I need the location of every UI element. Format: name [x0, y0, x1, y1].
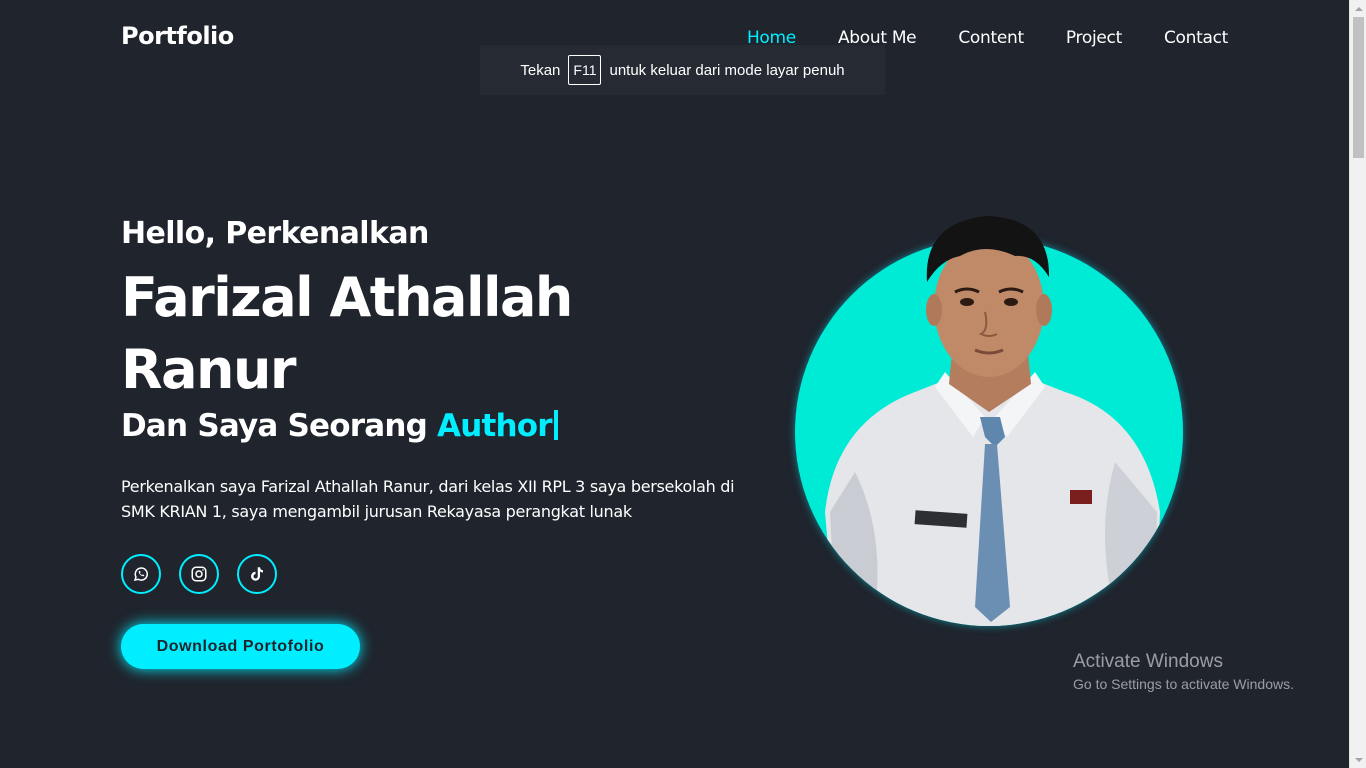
- nav-contact[interactable]: Contact: [1164, 28, 1228, 48]
- nav-content[interactable]: Content: [958, 28, 1024, 48]
- whatsapp-icon: [133, 567, 148, 582]
- windows-activation-watermark: Activate Windows Go to Settings to activ…: [1073, 651, 1294, 692]
- tiktok-icon: [251, 567, 263, 581]
- typing-cursor: [553, 410, 558, 440]
- whatsapp-link[interactable]: [121, 554, 161, 594]
- vertical-scrollbar[interactable]: [1349, 0, 1366, 768]
- tiktok-link[interactable]: [237, 554, 277, 594]
- watermark-title: Activate Windows: [1073, 651, 1223, 672]
- scroll-down-arrow-icon[interactable]: [1350, 751, 1366, 768]
- hero-greeting: Hello, Perkenalkan: [121, 216, 429, 251]
- toast-suffix: untuk keluar dari mode layar penuh: [609, 61, 845, 79]
- logo[interactable]: Portfolio: [121, 22, 234, 50]
- hero-role: Dan Saya Seorang Author: [121, 408, 558, 444]
- role-highlight: Author: [437, 408, 553, 444]
- page: Portfolio Home About Me Content Project …: [0, 0, 1349, 768]
- fullscreen-toast: Tekan F11 untuk keluar dari mode layar p…: [480, 45, 885, 95]
- toast-key: F11: [568, 55, 602, 85]
- hero-name: Farizal Athallah Ranur: [121, 266, 573, 401]
- social-links: [121, 554, 277, 594]
- profile-photo: [795, 212, 1185, 627]
- scroll-thumb[interactable]: [1353, 17, 1364, 158]
- hero-description: Perkenalkan saya Farizal Athallah Ranur,…: [121, 477, 735, 521]
- instagram-link[interactable]: [179, 554, 219, 594]
- instagram-icon: [191, 566, 207, 582]
- person-illustration: [825, 216, 1160, 626]
- watermark-subtitle: Go to Settings to activate Windows.: [1073, 676, 1294, 692]
- role-prefix: Dan Saya Seorang: [121, 408, 428, 444]
- download-portfolio-button[interactable]: Download Portofolio: [121, 624, 360, 669]
- scroll-up-arrow-icon[interactable]: [1350, 0, 1366, 17]
- nav-project[interactable]: Project: [1066, 28, 1122, 48]
- toast-prefix: Tekan: [520, 61, 561, 79]
